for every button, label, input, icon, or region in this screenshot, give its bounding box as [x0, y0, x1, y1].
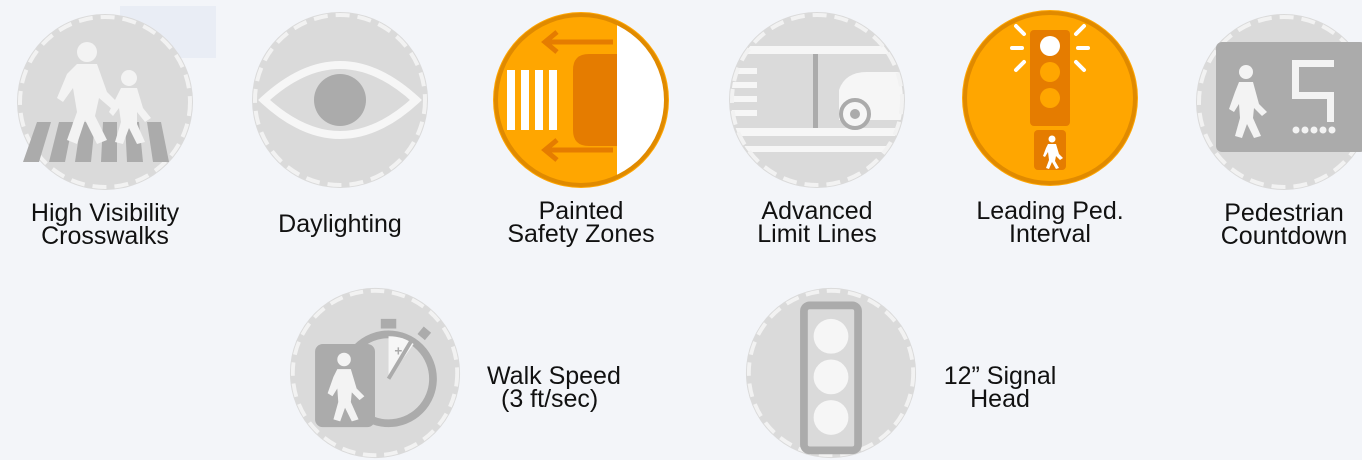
walk-speed-label: Walk Speed (3 ft/sec) — [487, 362, 621, 413]
countdown-icon — [1196, 14, 1362, 190]
signal-head-label: 12” Signal Head — [943, 362, 1057, 413]
daylighting-badge[interactable] — [250, 10, 430, 190]
countdown-label: Pedestrian Countdown — [1220, 199, 1348, 250]
countdown-badge[interactable] — [1194, 12, 1362, 192]
limit-line-icon — [729, 12, 905, 188]
svg-text:+: + — [394, 344, 402, 359]
stopwatch-icon: + — [289, 287, 461, 459]
pedestrian-crosswalk-icon — [17, 14, 193, 190]
limit-lines-label: Advanced Limit Lines — [757, 197, 877, 248]
crosswalks-label: High Visibility Crosswalks — [30, 199, 180, 250]
safety-zones-badge[interactable] — [491, 10, 671, 190]
daylighting-label: Daylighting — [278, 210, 402, 238]
signal-head-badge[interactable] — [744, 286, 918, 460]
leading-ped-label: Leading Ped. Interval — [976, 197, 1124, 248]
traffic-signal-icon — [962, 10, 1138, 186]
limit-lines-badge[interactable] — [727, 10, 907, 190]
painted-zone-icon — [493, 12, 669, 188]
leading-ped-badge[interactable] — [960, 8, 1140, 188]
eye-icon — [252, 12, 428, 188]
signal-head-icon — [745, 287, 917, 459]
safety-zones-label: Painted Safety Zones — [507, 197, 655, 248]
walk-speed-badge[interactable]: + — [288, 286, 462, 460]
crosswalks-badge[interactable] — [15, 12, 195, 192]
